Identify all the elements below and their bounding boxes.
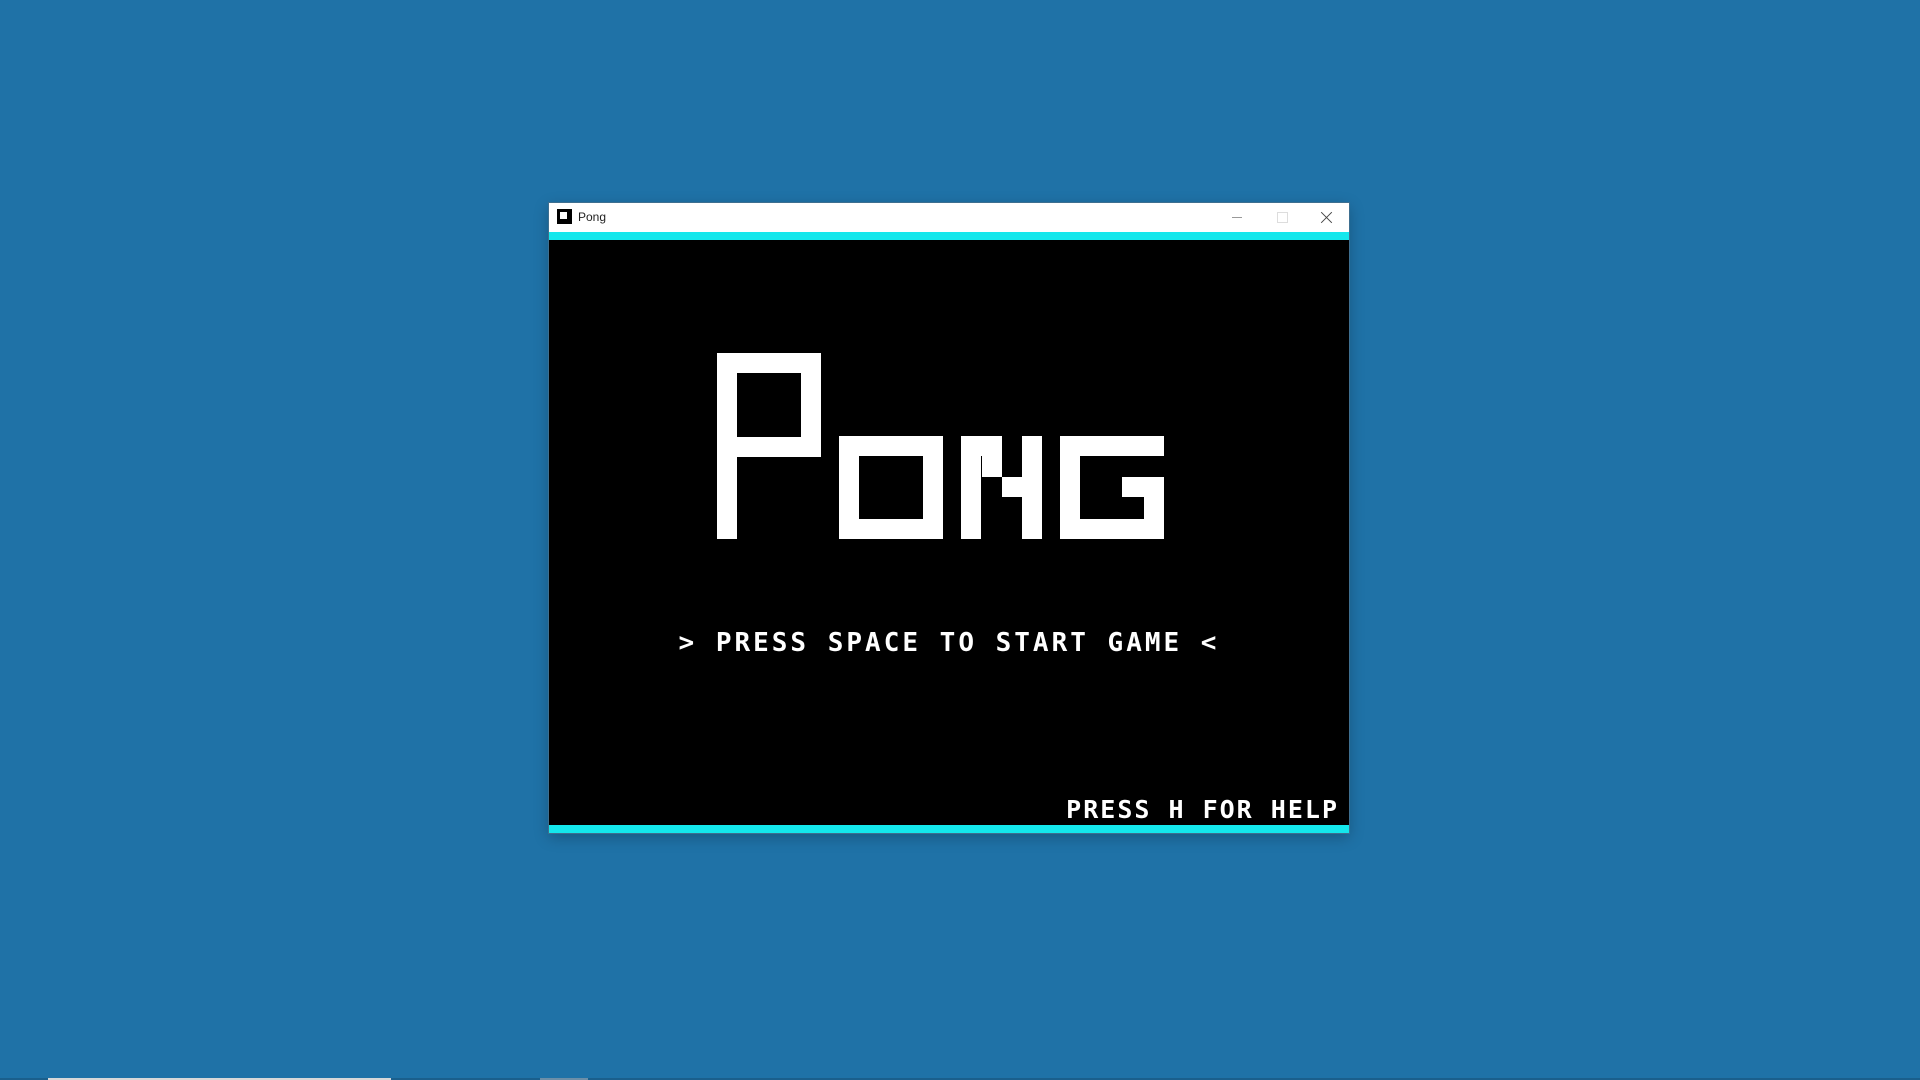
maximize-button[interactable] xyxy=(1259,203,1304,232)
app-square-icon xyxy=(557,209,572,224)
desktop: Pong PONG xyxy=(0,0,1920,1080)
window-title: Pong xyxy=(578,210,607,224)
pong-logo: PONG xyxy=(717,353,1164,539)
title-bar[interactable]: Pong xyxy=(549,203,1349,232)
minimize-button[interactable] xyxy=(1214,203,1259,232)
start-prompt: > PRESS SPACE TO START GAME < xyxy=(678,628,1220,658)
close-button[interactable] xyxy=(1304,203,1349,232)
pong-window[interactable]: Pong PONG xyxy=(549,203,1349,833)
help-hint: PRESS H FOR HELP xyxy=(1066,795,1339,824)
top-accent-bar xyxy=(549,232,1349,240)
bottom-accent-bar xyxy=(549,825,1349,833)
